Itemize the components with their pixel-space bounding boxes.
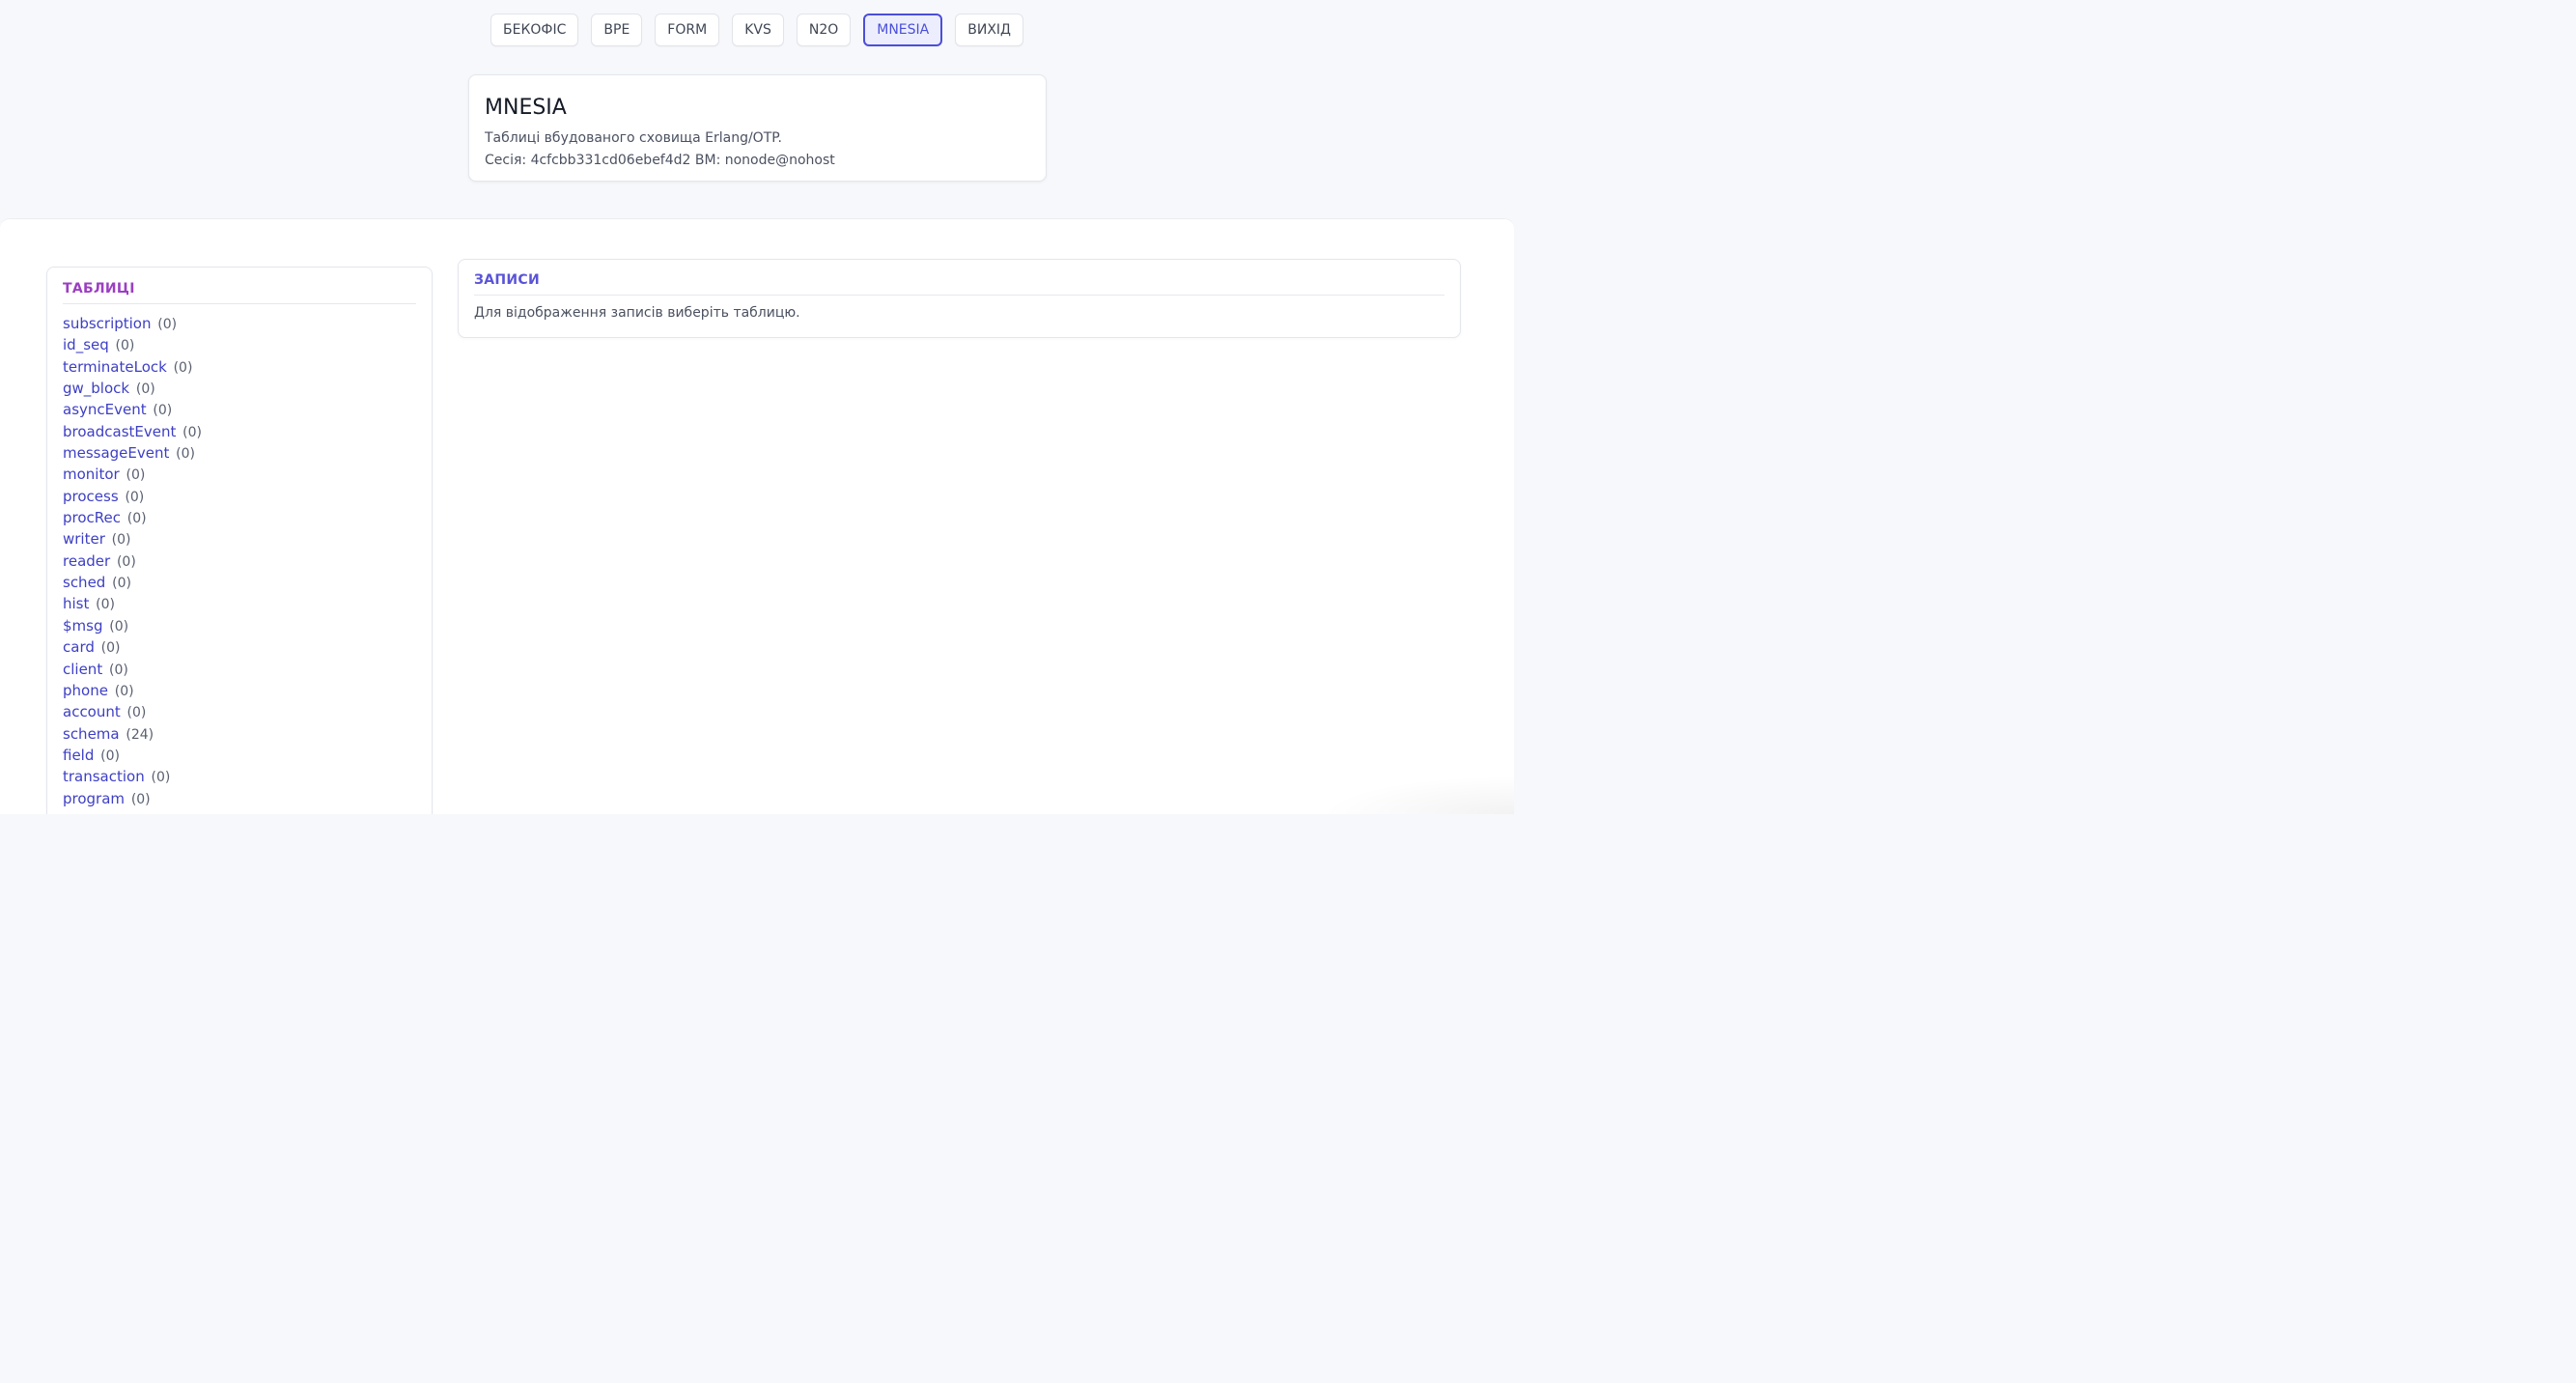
- table-list-item: field (0): [63, 745, 416, 766]
- page-description: Таблиці вбудованого сховища Erlang/OTP.: [485, 130, 782, 146]
- table-link-card[interactable]: card: [63, 638, 95, 656]
- records-heading: ЗАПИСИ: [474, 272, 1444, 296]
- table-record-count: (0): [96, 597, 115, 613]
- table-link-id-seq[interactable]: id_seq: [63, 336, 109, 353]
- table-link-client[interactable]: client: [63, 661, 102, 678]
- nav-button-mnesia[interactable]: MNESIA: [863, 14, 943, 46]
- table-record-count: (0): [116, 553, 136, 570]
- table-link-process[interactable]: process: [63, 488, 119, 505]
- nav-button-n2o[interactable]: N2O: [796, 14, 852, 46]
- table-record-count: (0): [100, 748, 120, 764]
- table-list-item: schema (24): [63, 723, 416, 745]
- table-link-asyncevent[interactable]: asyncEvent: [63, 401, 147, 418]
- table-link-subscription[interactable]: subscription: [63, 315, 152, 332]
- tables-heading: ТАБЛИЦІ: [63, 281, 416, 304]
- table-record-count: (0): [153, 403, 173, 419]
- table-link-reader[interactable]: reader: [63, 552, 110, 570]
- table-record-count: (0): [111, 532, 131, 549]
- table-link-account[interactable]: account: [63, 703, 121, 720]
- table-record-count: (0): [112, 576, 131, 592]
- table-record-count: (0): [126, 511, 147, 527]
- nav-button-form[interactable]: FORM: [655, 14, 720, 46]
- top-navigation: БЕКОФІС BPE FORM KVS N2O MNESIA ВИХІД: [0, 14, 1514, 46]
- table-list-item: sched (0): [63, 572, 416, 593]
- table-list-item: asyncEvent (0): [63, 399, 416, 420]
- table-link-writer[interactable]: writer: [63, 530, 105, 548]
- tables-panel: ТАБЛИЦІ subscription (0) id_seq (0) term…: [46, 267, 433, 814]
- table-record-count: (0): [125, 489, 145, 505]
- table-list-item: program (0): [63, 788, 416, 809]
- table-list-item: hist (0): [63, 593, 416, 614]
- table-link-phone[interactable]: phone: [63, 682, 108, 699]
- nav-button-kvs[interactable]: KVS: [732, 14, 784, 46]
- table-link-msg[interactable]: $msg: [63, 617, 103, 635]
- table-link-messageevent[interactable]: messageEvent: [63, 444, 169, 462]
- table-list-item: process (0): [63, 486, 416, 507]
- nav-button-bpe[interactable]: BPE: [591, 14, 643, 46]
- table-record-count: (0): [157, 317, 178, 332]
- table-record-count: (0): [135, 381, 155, 398]
- table-record-count: (0): [126, 467, 146, 484]
- table-list-item: reader (0): [63, 550, 416, 572]
- table-list-item: $msg (0): [63, 615, 416, 636]
- nav-button-backoffice[interactable]: БЕКОФІС: [490, 14, 579, 46]
- table-record-count: (0): [173, 359, 193, 376]
- table-link-gw-block[interactable]: gw_block: [63, 380, 129, 397]
- table-link-transaction[interactable]: transaction: [63, 768, 145, 785]
- table-record-count: (0): [176, 446, 196, 463]
- table-list-item: subscription (0): [63, 313, 416, 334]
- table-list-item: client (0): [63, 659, 416, 680]
- table-link-field[interactable]: field: [63, 747, 94, 764]
- nav-button-exit[interactable]: ВИХІД: [955, 14, 1023, 46]
- records-empty-message: Для відображення записів виберіть таблиц…: [474, 305, 800, 321]
- table-record-count: (0): [182, 424, 202, 440]
- page-title: MNESIA: [485, 96, 567, 120]
- table-record-count: (0): [108, 662, 128, 678]
- table-list-item: transaction (0): [63, 766, 416, 787]
- table-list-item: gw_block (0): [63, 378, 416, 399]
- table-record-count: (0): [109, 618, 129, 635]
- table-link-monitor[interactable]: monitor: [63, 466, 120, 483]
- records-panel: ЗАПИСИ Для відображення записів виберіть…: [458, 259, 1461, 338]
- content-area: ТАБЛИЦІ subscription (0) id_seq (0) term…: [0, 218, 1514, 814]
- table-list-item: broadcastEvent (0): [63, 421, 416, 442]
- table-link-terminatelock[interactable]: terminateLock: [63, 358, 167, 376]
- table-list-item: procRec (0): [63, 507, 416, 528]
- table-list-item: card (0): [63, 636, 416, 658]
- table-record-count: (0): [151, 770, 171, 786]
- table-record-count: (0): [114, 683, 134, 699]
- table-link-broadcastevent[interactable]: broadcastEvent: [63, 423, 176, 440]
- table-list-item: terminateLock (0): [63, 356, 416, 378]
- table-link-hist[interactable]: hist: [63, 595, 89, 612]
- table-list-item: messageEvent (0): [63, 442, 416, 464]
- corner-shadow: [1321, 776, 1514, 814]
- table-record-count: (0): [100, 640, 121, 657]
- table-link-program[interactable]: program: [63, 790, 125, 807]
- table-list-item: writer (0): [63, 528, 416, 550]
- session-info: Сесія: 4cfcbb331cd06ebef4d2 ВМ: nonode@n…: [485, 153, 835, 168]
- table-link-procrec[interactable]: procRec: [63, 509, 121, 526]
- table-record-count: (0): [126, 705, 147, 721]
- page-header-card: MNESIA Таблиці вбудованого сховища Erlan…: [468, 74, 1047, 182]
- table-list-item: monitor (0): [63, 464, 416, 485]
- table-record-count: (0): [130, 791, 151, 807]
- table-list-item: id_seq (0): [63, 334, 416, 355]
- table-list-item: phone (0): [63, 680, 416, 701]
- table-list-item: account (0): [63, 701, 416, 722]
- table-record-count: (24): [126, 726, 154, 743]
- table-link-schema[interactable]: schema: [63, 725, 120, 743]
- table-list: subscription (0) id_seq (0) terminateLoc…: [63, 313, 416, 809]
- table-record-count: (0): [115, 338, 135, 354]
- table-link-sched[interactable]: sched: [63, 574, 105, 591]
